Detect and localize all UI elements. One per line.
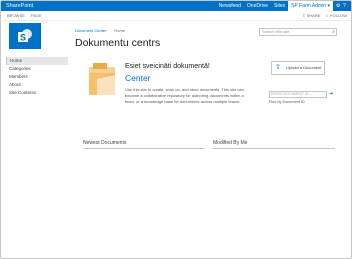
ribbon-actions: ⇪ SHARE ☆ FOLLOW bbox=[302, 11, 347, 21]
link-newsfeed[interactable]: Newsfeed bbox=[216, 1, 244, 11]
find-by-id-label: Find by Document ID bbox=[269, 100, 305, 104]
help-icon[interactable]: ? bbox=[340, 1, 347, 11]
share-icon: ⇪ bbox=[302, 13, 306, 18]
breadcrumb-home[interactable]: Home bbox=[114, 28, 125, 33]
link-sites[interactable]: Sites bbox=[271, 1, 288, 11]
upload-icon: ⇧ bbox=[275, 64, 281, 71]
nav-item-about[interactable]: About bbox=[6, 81, 68, 89]
user-menu[interactable]: SP Farm Admin ▾ bbox=[288, 1, 333, 11]
breadcrumb: Document Center Home bbox=[75, 28, 125, 33]
webpart-newest-divider bbox=[83, 148, 205, 149]
upload-label: Upload a Document bbox=[286, 65, 322, 70]
welcome-heading: Esiet sveicināti dokumentā! bbox=[125, 63, 210, 70]
welcome-description: Use this site to create, work on, and st… bbox=[125, 87, 244, 104]
document-id-input[interactable]: ENTER DOCUMENT ID → bbox=[269, 91, 327, 98]
search-icon[interactable]: ⌕ bbox=[332, 29, 335, 35]
find-document-button[interactable]: ➔ bbox=[329, 91, 337, 98]
star-icon: ☆ bbox=[325, 13, 329, 18]
share-button[interactable]: ⇪ SHARE bbox=[302, 11, 320, 21]
breadcrumb-site[interactable]: Document Center bbox=[75, 28, 106, 33]
upload-document-button[interactable]: ⇧ Upload a Document bbox=[271, 61, 325, 75]
search-input[interactable]: Search this site ⌕ bbox=[259, 28, 337, 36]
webpart-modified-divider bbox=[213, 148, 335, 149]
left-navigation: Home Categories Members About Site Conte… bbox=[6, 57, 68, 97]
browser-frame: SharePoint Newsfeed OneDrive Sites SP Fa… bbox=[0, 0, 352, 259]
document-id-placeholder: ENTER DOCUMENT ID → bbox=[271, 92, 313, 96]
tab-browse[interactable]: BROWSE bbox=[7, 11, 25, 21]
brand-sharepoint[interactable]: SharePoint bbox=[6, 1, 33, 11]
share-label: SHARE bbox=[306, 13, 321, 18]
follow-label: FOLLOW bbox=[330, 13, 347, 18]
welcome-subheading: Center bbox=[125, 73, 151, 83]
site-logo[interactable]: S bbox=[9, 23, 41, 49]
svg-text:S: S bbox=[20, 33, 26, 43]
search-placeholder: Search this site bbox=[262, 29, 290, 34]
page-title: Dokumentu centrs bbox=[75, 37, 161, 49]
ribbon-bar: BROWSE PAGE ⇪ SHARE ☆ FOLLOW bbox=[1, 11, 351, 21]
nav-item-categories[interactable]: Categories bbox=[6, 65, 68, 73]
gear-icon[interactable]: ⚙ bbox=[333, 1, 340, 11]
follow-button[interactable]: ☆ FOLLOW bbox=[325, 11, 347, 21]
suite-bar: SharePoint Newsfeed OneDrive Sites SP Fa… bbox=[1, 1, 351, 11]
nav-item-home[interactable]: Home bbox=[6, 57, 68, 65]
sharepoint-logo-icon: S bbox=[18, 29, 32, 43]
nav-item-members[interactable]: Members bbox=[6, 73, 68, 81]
webpart-newest-documents-title[interactable]: Newest Documents bbox=[83, 140, 126, 146]
link-onedrive[interactable]: OneDrive bbox=[244, 1, 271, 11]
document-center-hero-icon bbox=[89, 63, 115, 95]
webpart-modified-by-me-title[interactable]: Modified By Me bbox=[213, 140, 247, 146]
tab-page[interactable]: PAGE bbox=[31, 11, 42, 21]
suite-links: Newsfeed OneDrive Sites SP Farm Admin ▾ … bbox=[216, 1, 347, 11]
nav-item-site-contents[interactable]: Site Contents bbox=[6, 89, 68, 97]
